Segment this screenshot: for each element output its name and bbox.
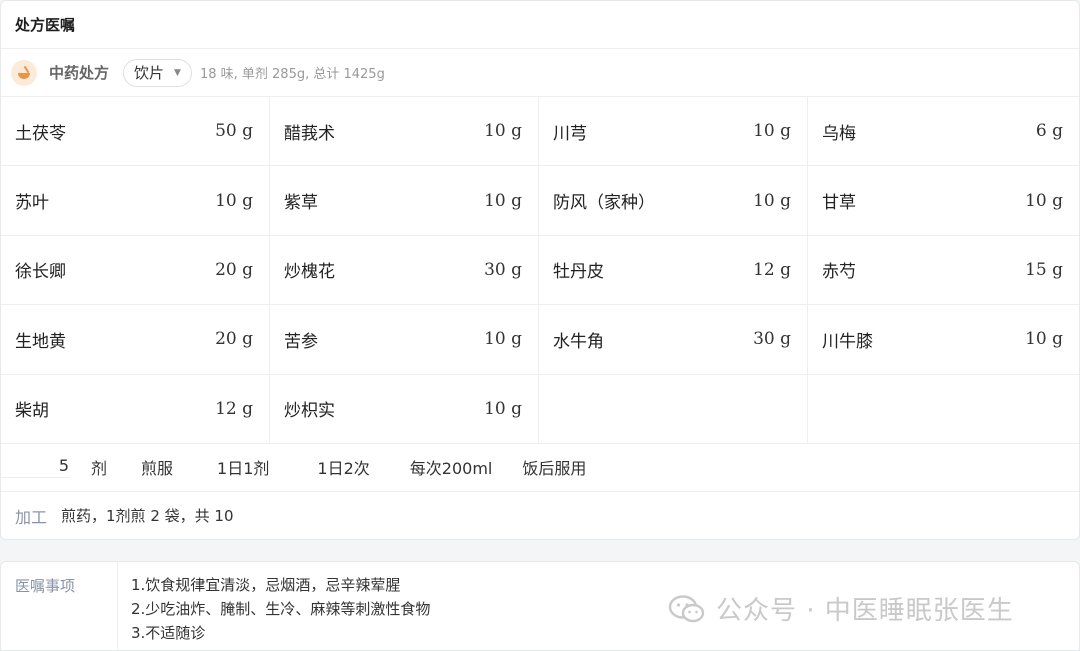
herb-cell: 防风（家种） 10 g [539, 166, 808, 236]
prep-type-value: 饮片 [134, 64, 165, 82]
rx-title: 中药处方 [49, 64, 110, 82]
herb-name: 炒槐花 [284, 262, 335, 283]
herb-dose: 10 g [753, 121, 791, 142]
herb-cell: 乌梅 6 g [808, 97, 1079, 167]
wechat-icon [668, 594, 705, 622]
herb-cell: 苦参 10 g [270, 305, 539, 375]
herb-name: 炒枳实 [284, 401, 335, 422]
advice-label: 医嘱事项 [1, 562, 118, 650]
herb-dose: 10 g [484, 398, 522, 419]
watermark: 公众号 · 中医睡眠张医生 [668, 590, 1014, 627]
herb-dose: 10 g [484, 121, 522, 142]
herb-cell: 川牛膝 10 g [808, 305, 1079, 375]
dose-unit: 剂 [91, 459, 108, 479]
herb-cell-empty [539, 374, 808, 444]
herb-name: 徐长卿 [15, 262, 66, 283]
processing-value: 煎药，1剂煎 2 袋，共 10 [61, 507, 234, 526]
herb-name: 水牛角 [553, 331, 604, 352]
herb-cell-empty [808, 375, 1079, 444]
card-title: 处方医嘱 [1, 1, 1079, 49]
herb-dose: 10 g [484, 190, 522, 211]
herb-dose: 30 g [753, 329, 791, 350]
herb-cell: 柴胡 12 g [1, 374, 270, 444]
rx-summary: 18 味, 单剂 285g, 总计 1425g [199, 67, 385, 82]
advice-list: 1.饮食规律宜清淡，忌烟酒，忌辛辣荤腥 2.少吃油炸、腌制、生冷、麻辣等刺激性食… [118, 562, 443, 650]
herb-name: 土茯苓 [15, 123, 66, 144]
herb-name: 柴胡 [15, 401, 49, 422]
herb-grid: 土茯苓 50 g 醋莪术 10 g 川芎 10 g 乌梅 6 g 苏叶 10 g 紫草 10… [1, 97, 1079, 444]
advice-item: 3.不适随诊 [131, 624, 206, 642]
herb-cell: 水牛角 30 g [539, 305, 808, 375]
method-select[interactable]: 煎服 [141, 455, 173, 479]
herb-name: 川牛膝 [822, 331, 873, 352]
herb-dose: 10 g [1025, 190, 1063, 211]
chevron-down-icon: ▼ [174, 67, 181, 78]
herb-name: 赤芍 [822, 262, 856, 283]
herb-name: 苦参 [284, 331, 318, 352]
per-time-select[interactable]: 每次200ml [410, 455, 493, 479]
herb-cell: 苏叶 10 g [1, 166, 270, 236]
dose-count-input[interactable]: 5 [1, 456, 69, 479]
herb-dose: 10 g [753, 190, 791, 211]
herb-dose: 12 g [215, 398, 253, 419]
herb-cell: 紫草 10 g [270, 166, 539, 236]
herb-dose: 20 g [215, 259, 253, 280]
advice-item: 2.少吃油炸、腌制、生冷、麻辣等刺激性食物 [131, 600, 431, 618]
herb-dose: 6 g [1035, 121, 1063, 142]
herb-dose: 15 g [1025, 259, 1063, 280]
herb-dose: 10 g [215, 190, 253, 211]
mortar-bowl-icon [11, 59, 37, 86]
herb-dose: 20 g [215, 329, 253, 350]
rx-header: 中药处方 饮片 ▼ 18 味, 单剂 285g, 总计 1425g [1, 49, 1079, 97]
herb-cell: 生地黄 20 g [1, 305, 270, 375]
herb-name: 醋莪术 [284, 123, 335, 144]
herb-dose: 30 g [484, 259, 522, 280]
prep-type-select[interactable]: 饮片 ▼ [123, 58, 192, 87]
herb-dose: 50 g [215, 121, 253, 142]
advice-item: 1.饮食规律宜清淡，忌烟酒，忌辛辣荤腥 [131, 576, 401, 594]
herb-dose: 10 g [484, 329, 522, 350]
herb-name: 甘草 [822, 193, 856, 214]
daily-doses-select[interactable]: 1日1剂 [217, 455, 269, 479]
herb-name: 防风（家种） [553, 193, 655, 214]
herb-name: 牡丹皮 [553, 262, 604, 283]
herb-cell: 土茯苓 50 g [1, 97, 270, 167]
herb-name: 苏叶 [15, 193, 49, 214]
herb-name: 川芎 [553, 123, 587, 144]
usage-row: 5 剂 煎服 1日1剂 1日2次 每次200ml 饭后服用 [1, 444, 1079, 492]
herb-cell: 徐长卿 20 g [1, 235, 270, 306]
herb-name: 生地黄 [15, 331, 66, 352]
herb-name: 乌梅 [822, 123, 856, 144]
herb-name: 紫草 [284, 193, 318, 214]
timing-select[interactable]: 饭后服用 [522, 455, 586, 479]
herb-dose: 10 g [1025, 329, 1063, 350]
herb-cell: 醋莪术 10 g [270, 97, 539, 167]
herb-cell: 甘草 10 g [808, 166, 1079, 236]
herb-cell: 赤芍 15 g [808, 236, 1079, 306]
herb-dose: 12 g [753, 259, 791, 280]
daily-times-select[interactable]: 1日2次 [317, 455, 369, 479]
herb-cell: 炒槐花 30 g [270, 235, 539, 306]
herb-cell: 炒枳实 10 g [270, 374, 539, 444]
herb-cell: 川芎 10 g [539, 97, 808, 167]
watermark-text: 公众号 · 中医睡眠张医生 [716, 596, 1014, 626]
processing-label: 加工 [15, 507, 48, 527]
processing-row: 加工 煎药，1剂煎 2 袋，共 10 [1, 492, 1079, 539]
prescription-card: 处方医嘱 中药处方 饮片 ▼ 18 味, 单剂 285g, 总计 1425g 土… [0, 0, 1080, 540]
herb-cell: 牡丹皮 12 g [539, 235, 808, 306]
